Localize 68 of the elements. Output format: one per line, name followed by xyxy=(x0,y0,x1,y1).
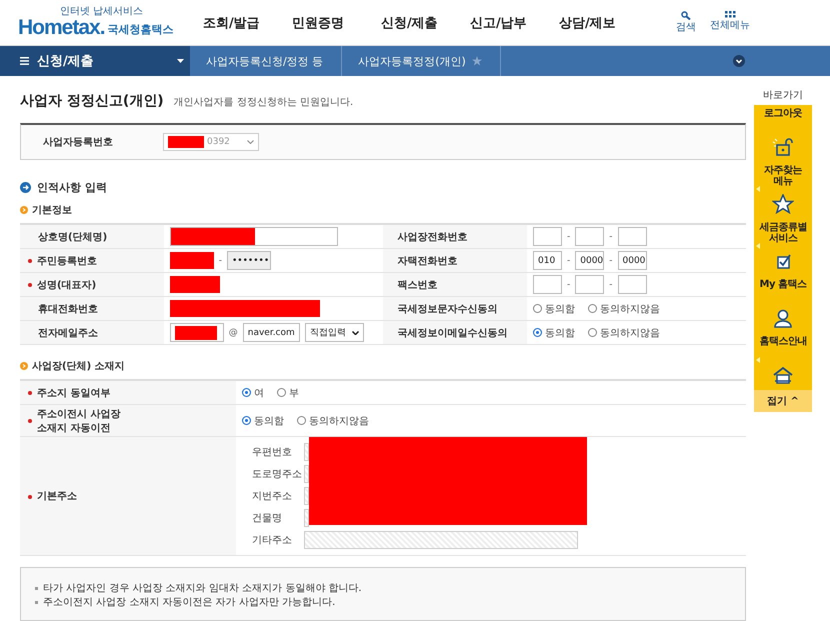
radio-option[interactable]: 부 xyxy=(277,386,300,400)
radio-option[interactable]: 동의하지않음 xyxy=(297,414,370,428)
logo-wordmark[interactable]: Hometax. xyxy=(18,16,105,40)
quick-menu-item[interactable]: 세금종류별 서비스 xyxy=(754,219,812,276)
menu-item[interactable]: 신고/납부 xyxy=(470,14,559,32)
field-label: 휴대전화번호 xyxy=(38,302,98,316)
radio-option[interactable]: 여 xyxy=(242,386,264,400)
quick-menu-item[interactable]: My 홈택스 xyxy=(754,276,812,333)
dash-separator: - xyxy=(567,256,570,266)
subsection-heading: 사업장(단체) 소재지 xyxy=(32,360,125,373)
page-description: 개인사업자를 정정신청하는 민원입니다. xyxy=(174,96,354,109)
dash-separator: - xyxy=(567,232,570,242)
menu-item[interactable]: 신청/제출 xyxy=(381,14,470,32)
all-menu-button[interactable]: 전체메뉴 xyxy=(710,11,750,34)
field-label: 사업자등록번호 xyxy=(43,136,114,149)
phone-field[interactable]: 010 xyxy=(533,251,562,270)
at-sign: @ xyxy=(228,328,238,338)
phone-field[interactable]: 0000 xyxy=(618,251,646,270)
radio-option[interactable]: 동의함 xyxy=(533,326,575,340)
quick-menu-item[interactable]: 자주찾는 메뉴 xyxy=(754,162,812,219)
phone-field[interactable]: 0000 xyxy=(575,251,604,270)
field-label: 주소이전시 사업장 소재지 자동이전 xyxy=(37,408,120,434)
logo-tagline: 인터넷 납세서비스 xyxy=(60,6,144,16)
field-label: 주소지 동일여부 xyxy=(37,386,110,400)
field-label: 도로명주소 xyxy=(252,468,304,481)
field-label: 지번주소 xyxy=(252,490,294,503)
page-title: 사업자 정정신고(개인) xyxy=(20,92,164,110)
notice-text: 타가 사업자인 경우 사업장 소재지와 임대차 소재지가 동일해야 합니다. xyxy=(43,583,362,594)
field-label: 기본주소 xyxy=(37,490,77,503)
quick-menu-item[interactable]: 로그아웃 xyxy=(754,105,812,162)
radio-option[interactable]: 동의함 xyxy=(242,414,284,428)
menu-item[interactable]: 민원증명 xyxy=(292,14,381,32)
section-heading: 인적사항 입력 xyxy=(37,180,107,195)
field-label: 팩스번호 xyxy=(397,278,438,292)
logo-name[interactable]: 국세청홈택스 xyxy=(108,22,174,36)
field-label: 전자메일주소 xyxy=(38,326,98,340)
radio-option[interactable]: 동의하지않음 xyxy=(588,326,660,340)
breadcrumb-link[interactable]: 사업자등록신청/정정 등 xyxy=(206,54,324,68)
quick-menu-item[interactable]: 홈택스안내 xyxy=(754,333,812,390)
field-label: 건물명 xyxy=(252,512,284,525)
password-field[interactable]: ••••••• xyxy=(226,251,271,270)
breadcrumb-link[interactable]: 사업자등록정정(개인) xyxy=(358,54,466,68)
dash-separator: - xyxy=(609,256,612,266)
search-button[interactable]: 검색 xyxy=(676,11,696,34)
subsection-heading: 기본정보 xyxy=(32,204,72,217)
menu-dropdown[interactable]: 신청/제출 xyxy=(0,46,190,76)
dash-separator: - xyxy=(609,232,612,242)
field-label: 성명(대표자) xyxy=(37,278,96,292)
field-label: 우편번호 xyxy=(252,446,294,459)
menu-item[interactable]: 상담/제보 xyxy=(559,14,648,32)
field-label: 사업장전화번호 xyxy=(397,230,468,244)
field-label: 기타주소 xyxy=(252,534,294,547)
field-label: 국세정보이메일수신동의 xyxy=(397,326,508,340)
field-label: 주민등록번호 xyxy=(37,254,97,268)
dash-separator: - xyxy=(218,256,222,266)
radio-option[interactable]: 동의함 xyxy=(533,302,575,316)
field-label: 상호명(단체명) xyxy=(38,230,108,244)
dash-separator: - xyxy=(609,280,612,290)
menu-item[interactable]: 조회/발급 xyxy=(203,14,292,32)
dash-separator: - xyxy=(567,280,570,290)
domain-select[interactable]: 직접입력 xyxy=(304,323,364,342)
collapse-button[interactable]: 접기 ^ xyxy=(754,390,812,412)
notice-text: 주소이전지 사업장 소재지 자동이전은 자가 사업자만 가능합니다. xyxy=(43,597,336,608)
quick-menu-title: 바로가기 xyxy=(763,89,803,102)
field-label: 자택전화번호 xyxy=(397,254,458,268)
radio-option[interactable]: 동의하지않음 xyxy=(588,302,660,316)
field-label: 국세정보문자수신동의 xyxy=(397,302,498,316)
domain-field[interactable]: naver.com xyxy=(242,323,300,342)
